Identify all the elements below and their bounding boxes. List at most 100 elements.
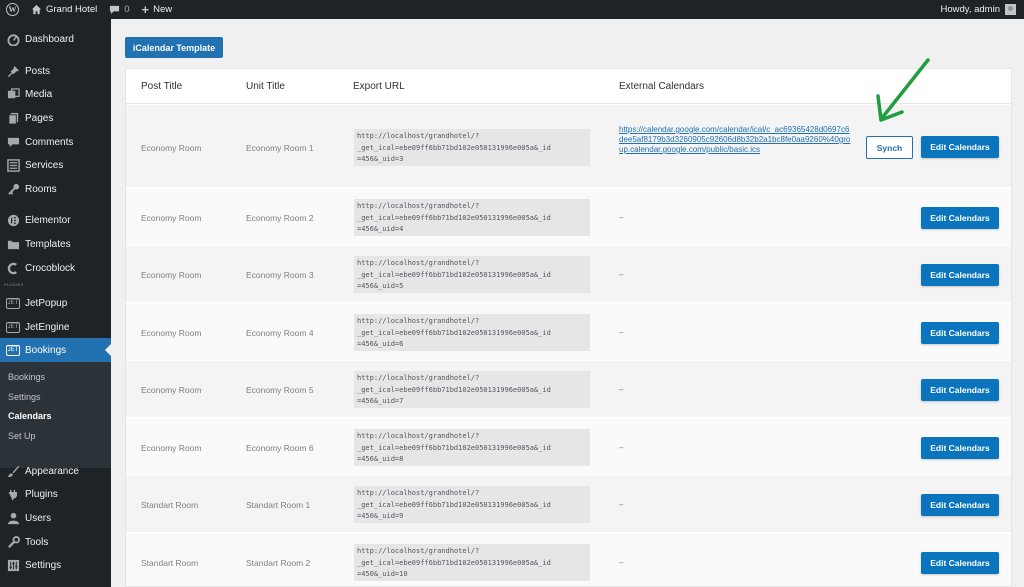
external-calendar-empty: – [619, 500, 624, 509]
export-url-cell[interactable]: http://localhost/grandhotel/? _get_ical=… [354, 256, 590, 293]
sidebar-item-dashboard[interactable]: Dashboard [0, 27, 111, 51]
home-icon [31, 4, 42, 15]
sidebar-item-label: Pages [25, 112, 54, 124]
unit-title-cell: Economy Room 5 [246, 385, 314, 395]
dashboard-icon [6, 32, 20, 46]
table-row: Economy Room Economy Room 3 http://local… [126, 246, 1011, 303]
sidebar-item-rooms[interactable]: Rooms [0, 177, 111, 201]
post-title-cell: Economy Room [141, 143, 202, 153]
sidebar-item-media[interactable]: Media [0, 82, 111, 106]
sidebar-item-services[interactable]: Services [0, 153, 111, 177]
admin-bar: W Grand Hotel 0 + New Howdy, admin [0, 0, 1024, 19]
edit-calendars-button[interactable]: Edit Calendars [921, 494, 999, 516]
table-row: Economy Room Economy Room 5 http://local… [126, 361, 1011, 418]
sidebar-item-settings[interactable]: Settings [0, 553, 111, 577]
export-url-cell[interactable]: http://localhost/grandhotel/? _get_ical=… [354, 199, 590, 236]
brush-icon [6, 464, 20, 478]
post-title-cell: Standart Room [141, 500, 199, 510]
export-url-cell[interactable]: http://localhost/grandhotel/? _get_ical=… [354, 486, 590, 523]
sidebar-item-appearance[interactable]: Appearance [0, 459, 111, 483]
table-row: Economy Room Economy Room 4 http://local… [126, 304, 1011, 361]
post-title-cell: Standart Room [141, 558, 199, 568]
sidebar-item-tools[interactable]: Tools [0, 530, 111, 554]
crocoblock-icon [6, 261, 20, 275]
submenu-item-setup[interactable]: Set Up [8, 431, 36, 441]
comments-menu[interactable]: 0 [103, 0, 135, 19]
edit-calendars-button[interactable]: Edit Calendars [921, 552, 999, 574]
external-calendar-empty: – [619, 328, 624, 337]
user-icon [6, 511, 20, 525]
sidebar-item-users[interactable]: Users [0, 506, 111, 530]
plug-icon [6, 487, 20, 501]
submenu-item-settings[interactable]: Settings [8, 392, 41, 402]
submenu-item-calendars[interactable]: Calendars [8, 411, 52, 421]
sidebar-item-jetpopup[interactable]: JET JetPopup [0, 291, 111, 315]
export-url-cell[interactable]: http://localhost/grandhotel/? _get_ical=… [354, 129, 590, 166]
folder-icon [6, 237, 20, 251]
unit-title-cell: Economy Room 1 [246, 143, 314, 153]
new-content-menu[interactable]: + New [136, 0, 179, 19]
header-export-url: Export URL [353, 81, 405, 92]
calendars-table: Post Title Unit Title Export URL Externa… [125, 68, 1012, 587]
sidebar-item-label: Services [25, 159, 64, 171]
wrench-icon [6, 535, 20, 549]
header-post-title: Post Title [141, 81, 183, 92]
media-icon [6, 87, 20, 101]
howdy-text: Howdy, admin [940, 4, 1001, 15]
unit-title-cell: Economy Room 2 [246, 213, 314, 223]
pin-icon [6, 64, 20, 78]
post-title-cell: Economy Room [141, 213, 202, 223]
sidebar-item-label: Templates [25, 238, 71, 250]
post-title-cell: Economy Room [141, 385, 202, 395]
plugins-tag: PLUGINS [4, 282, 24, 287]
edit-calendars-button[interactable]: Edit Calendars [921, 437, 999, 459]
unit-title-cell: Economy Room 4 [246, 328, 314, 338]
table-row: Economy Room Economy Room 6 http://local… [126, 419, 1011, 476]
annotation-arrow-icon [876, 58, 930, 122]
export-url-cell[interactable]: http://localhost/grandhotel/? _get_ical=… [354, 314, 590, 351]
edit-calendars-button[interactable]: Edit Calendars [921, 379, 999, 401]
pages-icon [6, 111, 20, 125]
external-calendar-empty: – [619, 443, 624, 452]
wordpress-logo-menu[interactable]: W [0, 0, 25, 19]
sidebar-item-label: JetPopup [25, 297, 68, 309]
my-account-menu[interactable]: Howdy, admin [941, 4, 1024, 15]
sidebar-item-bookings[interactable]: JET Bookings [0, 338, 111, 362]
wordpress-icon: W [6, 3, 19, 16]
external-calendar-link[interactable]: https://calendar.google.com/calendar/ica… [619, 125, 851, 155]
synch-button[interactable]: Synch [866, 136, 913, 159]
sidebar-item-label: Tools [25, 536, 49, 548]
jet-icon: JET [6, 320, 20, 334]
sidebar-item-templates[interactable]: Templates [0, 232, 111, 256]
sidebar-item-label: Bookings [25, 344, 67, 356]
submenu-item-bookings[interactable]: Bookings [8, 372, 45, 382]
site-name-menu[interactable]: Grand Hotel [25, 0, 103, 19]
external-calendar-empty: – [619, 558, 624, 567]
unit-title-cell: Standart Room 2 [246, 558, 311, 568]
table-row: Economy Room Economy Room 2 http://local… [126, 189, 1011, 246]
icalendar-template-button[interactable]: iCalendar Template [125, 37, 223, 58]
export-url-cell[interactable]: http://localhost/grandhotel/? _get_ical=… [354, 544, 590, 581]
sidebar-item-elementor[interactable]: Elementor [0, 208, 111, 232]
sidebar-item-plugins[interactable]: Plugins [0, 482, 111, 506]
new-label: New [153, 4, 173, 15]
edit-calendars-button[interactable]: Edit Calendars [921, 322, 999, 344]
table-row: Standart Room Standart Room 1 http://loc… [126, 476, 1011, 533]
sidebar-item-posts[interactable]: Posts [0, 59, 111, 83]
export-url-cell[interactable]: http://localhost/grandhotel/? _get_ical=… [354, 429, 590, 466]
edit-calendars-button[interactable]: Edit Calendars [921, 264, 999, 286]
post-title-cell: Economy Room [141, 443, 202, 453]
site-name: Grand Hotel [46, 4, 98, 15]
post-title-cell: Economy Room [141, 270, 202, 280]
export-url-cell[interactable]: http://localhost/grandhotel/? _get_ical=… [354, 371, 590, 408]
sidebar-item-label: Media [25, 88, 53, 100]
sidebar-item-comments[interactable]: Comments [0, 130, 111, 154]
bookings-submenu: Bookings Settings Calendars Set Up [0, 362, 111, 468]
edit-calendars-button[interactable]: Edit Calendars [921, 207, 999, 229]
sidebar-item-jetengine[interactable]: JET JetEngine [0, 315, 111, 339]
sidebar-item-label: Comments [25, 136, 74, 148]
edit-calendars-button[interactable]: Edit Calendars [921, 136, 999, 158]
table-row: Standart Room Standart Room 2 http://loc… [126, 534, 1011, 586]
sidebar-item-crocoblock[interactable]: Crocoblock [0, 256, 111, 280]
sidebar-item-pages[interactable]: Pages [0, 106, 111, 130]
